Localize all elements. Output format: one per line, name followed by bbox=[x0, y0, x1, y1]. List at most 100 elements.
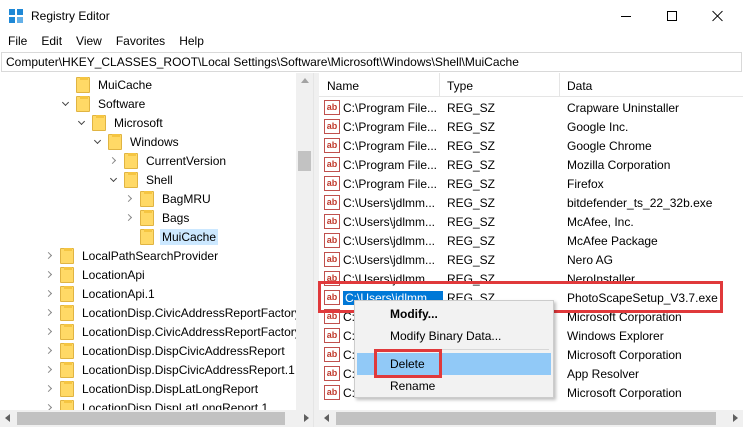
tree-node[interactable]: MuiCache bbox=[60, 75, 154, 94]
list-row[interactable]: ab C:\Users\jdlmm... REG_SZ bitdefender_ts_… bbox=[319, 193, 743, 212]
tree-horizontal-scrollbar[interactable] bbox=[0, 410, 313, 427]
menu-edit[interactable]: Edit bbox=[34, 32, 69, 51]
tree-node-label: LocationDisp.DispLatLongReport bbox=[82, 381, 259, 396]
value-type: REG_SZ bbox=[447, 177, 496, 191]
chevron-right-icon[interactable] bbox=[44, 308, 54, 318]
list-horizontal-scroll-thumb[interactable] bbox=[336, 412, 716, 425]
chevron-down-icon[interactable] bbox=[92, 137, 102, 147]
chevron-right-icon[interactable] bbox=[44, 251, 54, 261]
minimize-button[interactable] bbox=[603, 0, 649, 32]
tree-node-label: MuiCache bbox=[98, 77, 153, 92]
string-value-icon: ab bbox=[324, 157, 340, 172]
chevron-right-icon[interactable] bbox=[44, 365, 54, 375]
column-divider[interactable] bbox=[439, 73, 440, 97]
menu-file[interactable]: File bbox=[0, 32, 34, 51]
scroll-right-icon[interactable] bbox=[733, 414, 738, 422]
tree-node[interactable]: Software bbox=[60, 94, 147, 113]
tree-node[interactable]: MuiCache bbox=[124, 227, 219, 246]
tree-node[interactable]: LocationApi bbox=[44, 265, 147, 284]
value-type: REG_SZ bbox=[447, 139, 496, 153]
tree-node[interactable]: LocalPathSearchProvider bbox=[44, 246, 220, 265]
menu-favorites[interactable]: Favorites bbox=[109, 32, 172, 51]
maximize-button[interactable] bbox=[649, 0, 695, 32]
minimize-icon bbox=[621, 15, 631, 17]
value-name: C:\Users\jdlmm... bbox=[343, 234, 436, 248]
tree-node[interactable]: Shell bbox=[108, 170, 175, 189]
column-header-data[interactable]: Data bbox=[567, 79, 592, 93]
close-button[interactable] bbox=[695, 0, 741, 32]
value-type: REG_SZ bbox=[447, 101, 496, 115]
chevron-right-icon[interactable] bbox=[44, 384, 54, 394]
value-name: C:\Users\jdlmm... bbox=[343, 196, 436, 210]
menu-view[interactable]: View bbox=[69, 32, 109, 51]
list-row[interactable]: ab C:\Users\jdlmm... REG_SZ McAfee, Inc. bbox=[319, 212, 743, 231]
tree-node[interactable]: BagMRU bbox=[124, 189, 213, 208]
list-row[interactable]: ab C:\Program File... REG_SZ Crapware Unins… bbox=[319, 98, 743, 117]
registry-tree[interactable]: MuiCache Software Microsoft Windows CurrentV… bbox=[0, 73, 314, 427]
column-header-type[interactable]: Type bbox=[447, 79, 473, 93]
tree-node[interactable]: CurrentVersion bbox=[108, 151, 228, 170]
tree-node[interactable]: Bags bbox=[124, 208, 191, 227]
tree-node[interactable]: LocationDisp.DispLatLongReport bbox=[44, 379, 260, 398]
list-row[interactable]: ab C:\Users\jdlmm... REG_SZ Nero AG bbox=[319, 250, 743, 269]
chevron-right-icon[interactable] bbox=[44, 289, 54, 299]
registry-editor-icon bbox=[9, 9, 24, 24]
menu-help[interactable]: Help bbox=[172, 32, 211, 51]
list-row[interactable]: ab C:\Users\jdlmm... REG_SZ McAfee Package bbox=[319, 231, 743, 250]
scroll-right-icon[interactable] bbox=[304, 414, 309, 422]
column-header-name[interactable]: Name bbox=[327, 79, 359, 93]
tree-node[interactable]: LocationDisp.CivicAddressReportFactory.1 bbox=[44, 322, 312, 341]
value-data: bitdefender_ts_22_32b.exe bbox=[567, 196, 713, 210]
string-value-icon: ab bbox=[324, 138, 340, 153]
list-horizontal-scrollbar[interactable] bbox=[319, 410, 743, 427]
chevron-down-icon[interactable] bbox=[76, 118, 86, 128]
list-row[interactable]: ab C:\Program File... REG_SZ Firefox bbox=[319, 174, 743, 193]
list-row[interactable]: ab C:\Program File... REG_SZ Google Inc. bbox=[319, 117, 743, 136]
column-divider[interactable] bbox=[559, 73, 560, 97]
tree-node[interactable]: LocationDisp.DispCivicAddressReport bbox=[44, 341, 287, 360]
tree-vertical-scrollbar[interactable] bbox=[296, 73, 313, 410]
string-value-icon: ab bbox=[324, 233, 340, 248]
chevron-right-icon[interactable] bbox=[124, 194, 134, 204]
chevron-right-icon[interactable] bbox=[44, 327, 54, 337]
tree-node[interactable]: Windows bbox=[92, 132, 181, 151]
context-menu-modify-binary[interactable]: Modify Binary Data... bbox=[357, 325, 551, 347]
folder-icon bbox=[60, 247, 74, 264]
chevron-down-icon[interactable] bbox=[108, 175, 118, 185]
list-row[interactable]: ab C:\Program File... REG_SZ Mozilla Corpor… bbox=[319, 155, 743, 174]
value-name: C:\Users\jdlmm... bbox=[343, 253, 436, 267]
tree-node-label: Bags bbox=[162, 210, 190, 225]
chevron-right-icon[interactable] bbox=[124, 213, 134, 223]
tree-vertical-scroll-thumb[interactable] bbox=[298, 151, 311, 171]
chevron-right-icon[interactable] bbox=[44, 270, 54, 280]
value-data: Crapware Uninstaller bbox=[567, 101, 680, 115]
tree-node[interactable]: LocationDisp.DispCivicAddressReport.1 bbox=[44, 360, 297, 379]
list-row[interactable]: ab C:\Program File... REG_SZ Google Chrome bbox=[319, 136, 743, 155]
scroll-up-icon[interactable] bbox=[301, 78, 309, 83]
tree-node[interactable]: LocationDisp.CivicAddressReportFactory bbox=[44, 303, 303, 322]
string-value-icon: ab bbox=[324, 214, 340, 229]
tree-horizontal-scroll-thumb[interactable] bbox=[17, 412, 285, 425]
context-menu-rename[interactable]: Rename bbox=[357, 375, 551, 397]
chevron-right-icon[interactable] bbox=[44, 346, 54, 356]
scroll-left-icon[interactable] bbox=[324, 414, 329, 422]
tree-node-label: LocationDisp.DispCivicAddressReport bbox=[82, 343, 285, 358]
no-expander bbox=[124, 232, 134, 242]
tree-node[interactable]: LocationApi.1 bbox=[44, 284, 157, 303]
chevron-right-icon[interactable] bbox=[108, 156, 118, 166]
address-bar[interactable]: Computer\HKEY_CLASSES_ROOT\Local Setting… bbox=[1, 52, 742, 72]
folder-icon bbox=[60, 342, 74, 359]
value-type: REG_SZ bbox=[447, 215, 496, 229]
tree-node-label: CurrentVersion bbox=[146, 153, 227, 168]
folder-icon bbox=[76, 95, 90, 112]
tree-node[interactable]: Microsoft bbox=[76, 113, 165, 132]
context-menu-modify[interactable]: Modify... bbox=[357, 303, 551, 325]
folder-icon bbox=[92, 114, 106, 131]
string-value-icon: ab bbox=[324, 119, 340, 134]
tree-node-label: LocalPathSearchProvider bbox=[82, 248, 219, 263]
string-value-icon: ab bbox=[324, 195, 340, 210]
value-type: REG_SZ bbox=[447, 253, 496, 267]
chevron-down-icon[interactable] bbox=[60, 99, 70, 109]
scroll-left-icon[interactable] bbox=[5, 414, 10, 422]
string-value-icon: ab bbox=[324, 347, 340, 362]
